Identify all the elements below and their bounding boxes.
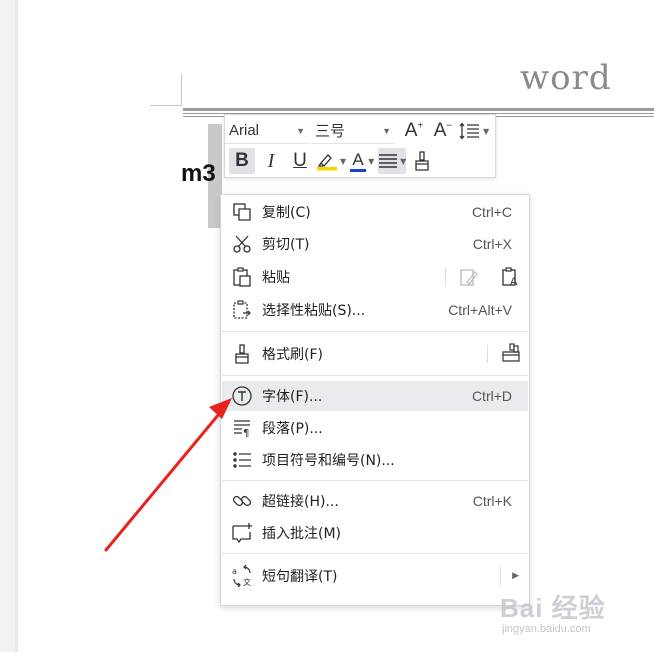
watermark-url-text: jingyan.baidu.com [502,623,591,635]
annotation-arrow [104,398,232,552]
watermark-logo-text: Bai 经验 [500,593,606,623]
baidu-jingyan-watermark: Bai 经验 jingyan.baidu.com [500,588,606,635]
